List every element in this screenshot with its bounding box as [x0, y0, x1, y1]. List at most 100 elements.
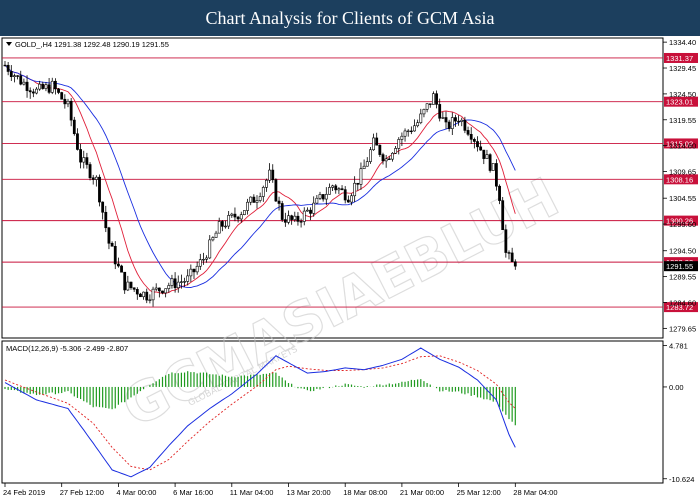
candle-body [482, 149, 486, 159]
candle-body [224, 225, 227, 228]
candle-body [110, 242, 114, 247]
candle-body [501, 200, 505, 231]
candle-body [387, 158, 391, 160]
candle-body [28, 90, 32, 93]
time-tick-label: 6 Mar 16:00 [173, 488, 213, 497]
candle-body [394, 148, 398, 154]
time-tick-label: 18 Mar 08:00 [343, 488, 387, 497]
time-tick-label: 27 Feb 12:00 [60, 488, 104, 497]
candle-body [186, 275, 190, 282]
candle-body [217, 221, 221, 234]
candle-body [164, 288, 168, 294]
candle-body [176, 281, 180, 289]
candle-body [466, 130, 470, 135]
candle-body [359, 168, 363, 185]
price-tick-label: 1309.65 [669, 168, 696, 177]
candle-body [350, 195, 353, 203]
candle-body [425, 103, 429, 110]
candle-body [416, 122, 420, 127]
candle-body [413, 125, 416, 132]
candle-body [132, 287, 136, 290]
candle-body [356, 182, 360, 185]
candle-body [63, 98, 67, 105]
candle-body [227, 215, 231, 227]
macd-tick-label: 0.00 [669, 383, 684, 392]
candle-body [205, 257, 209, 260]
price-tick-label: 1299.60 [669, 220, 696, 229]
candle-body [230, 213, 234, 216]
candle-body [19, 75, 23, 85]
candle-body [403, 130, 407, 137]
candle-body [283, 219, 287, 223]
candle-body [246, 201, 249, 211]
candle-body [337, 188, 341, 191]
price-panel-header: GOLD_,H4 1291.38 1292.48 1290.19 1291.55 [15, 40, 169, 49]
level-label: 1308.16 [666, 175, 693, 184]
candle-body [290, 215, 294, 220]
candle-body [409, 130, 413, 133]
candle-body [94, 176, 98, 180]
candle-body [457, 120, 461, 123]
candle-body [53, 80, 57, 90]
candle-body [189, 268, 193, 277]
price-tick-label: 1329.45 [669, 64, 696, 73]
price-tick-label: 1304.55 [669, 194, 696, 203]
chart-banner-title: Chart Analysis for Clients of GCM Asia [0, 0, 700, 36]
candle-body [161, 290, 164, 294]
candle-body [321, 194, 325, 200]
candle-body [309, 209, 312, 214]
candle-body [400, 135, 404, 140]
candle-body [148, 299, 152, 301]
macd-tick-label: 4.781 [669, 342, 688, 351]
candle-body [255, 200, 259, 203]
candle-body [38, 83, 42, 90]
level-label: 1331.37 [666, 54, 693, 63]
candle-body [302, 210, 306, 222]
price-tick-label: 1324.50 [669, 90, 696, 99]
candle-body [406, 130, 410, 133]
time-tick-label: 24 Feb 2019 [3, 488, 45, 497]
candle-body [450, 117, 454, 129]
candle-body [220, 221, 224, 227]
candle-body [16, 75, 20, 77]
candle-body [113, 245, 117, 265]
candle-body [346, 199, 350, 203]
candle-body [293, 215, 297, 220]
candle-body [485, 154, 489, 159]
candle-body [145, 291, 149, 301]
price-chart[interactable]: GCMASIAEBLUH GLOBAL CAPITAL MARKETS 1331… [0, 36, 700, 500]
current-price-label: 1291.55 [666, 262, 693, 271]
candle-body [378, 144, 382, 155]
candle-body [192, 268, 196, 273]
candle-body [22, 81, 26, 85]
candle-body [139, 293, 142, 298]
time-axis: 24 Feb 2019 27 Feb 12:00 4 Mar 00:00 6 Mar … [3, 483, 558, 497]
time-tick-label: 21 Mar 00:00 [400, 488, 444, 497]
candle-body [368, 149, 372, 162]
candle-body [249, 196, 253, 203]
candle-body [117, 263, 120, 267]
candle-body [472, 139, 476, 142]
candle-body [91, 177, 95, 180]
candle-body [268, 169, 272, 181]
candle-body [372, 137, 375, 151]
candle-body [510, 252, 514, 263]
time-tick-label: 28 Mar 04:00 [513, 488, 557, 497]
candle-body [98, 176, 101, 203]
candle-body [123, 271, 127, 291]
candle-body [507, 252, 511, 254]
candle-body [513, 261, 517, 267]
candle-body [72, 119, 76, 135]
candle-body [167, 285, 171, 289]
time-tick-label: 11 Mar 04:00 [230, 488, 274, 497]
candle-body [265, 179, 268, 188]
macd-panel-header: MACD(12,26,9) -5.306 -2.499 -2.807 [6, 344, 128, 353]
candle-body [57, 88, 60, 93]
candle-body [88, 164, 92, 179]
candle-body [476, 141, 479, 148]
candle-body [60, 92, 64, 100]
candle-body [180, 281, 183, 283]
candle-body [9, 71, 13, 78]
candle-body [375, 137, 379, 146]
candle-body [157, 287, 161, 292]
